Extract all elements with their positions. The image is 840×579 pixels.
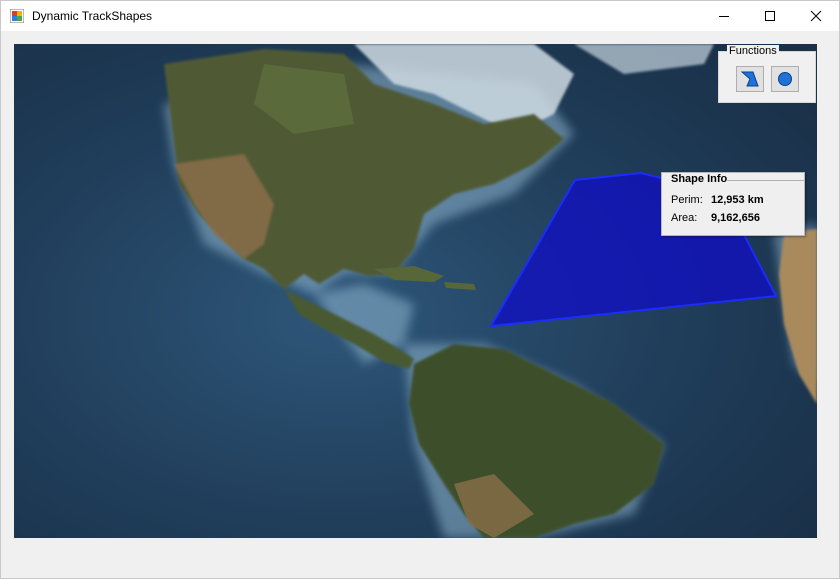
polygon-icon [741, 71, 759, 87]
maximize-button[interactable] [747, 1, 793, 31]
app-window: Dynamic TrackShapes Functions Shape Info… [0, 0, 840, 579]
shape-info-panel: Shape Info Perim: 12,953 km Area: 9,162,… [661, 172, 805, 236]
app-window-icon [10, 9, 24, 23]
functions-label: Functions [727, 45, 779, 57]
world-map [14, 44, 817, 538]
shape-info-title: Shape Info [671, 173, 728, 185]
window-title: Dynamic TrackShapes [32, 9, 153, 23]
area-label: Area: [671, 212, 698, 224]
circle-icon [778, 72, 792, 86]
minimize-icon [719, 16, 729, 17]
perim-label: Perim: [671, 194, 703, 206]
polygon-tool-button[interactable] [736, 66, 764, 92]
map-view[interactable] [14, 44, 817, 538]
perim-value: 12,953 km [711, 194, 764, 206]
title-bar[interactable]: Dynamic TrackShapes [1, 1, 839, 31]
shape-info-divider [726, 180, 804, 181]
minimize-button[interactable] [701, 1, 747, 31]
circle-tool-button[interactable] [771, 66, 799, 92]
close-icon [810, 10, 822, 22]
maximize-icon [765, 11, 775, 21]
close-button[interactable] [793, 1, 839, 31]
area-value: 9,162,656 [711, 212, 760, 224]
functions-group: Functions [718, 45, 816, 103]
